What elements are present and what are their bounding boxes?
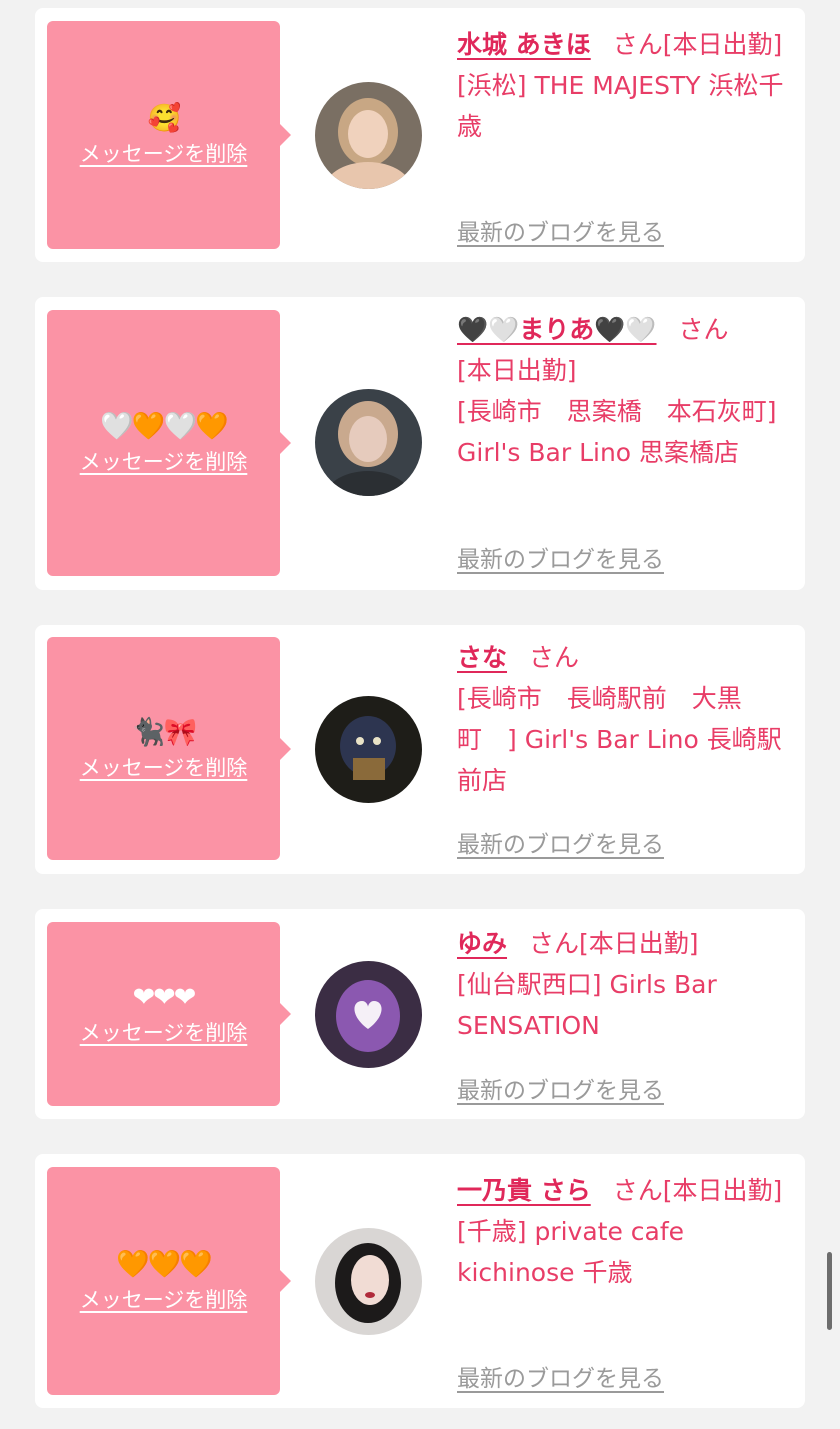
delete-message-link[interactable]: メッセージを削除 [80, 138, 248, 168]
message-bubble: 🧡🧡🧡 メッセージを削除 [47, 1167, 291, 1395]
delete-message-link[interactable]: メッセージを削除 [80, 1284, 248, 1314]
attendance-status: [本日出勤] [457, 356, 577, 385]
message-bubble: 🐈‍⬛🎀 メッセージを削除 [47, 637, 291, 860]
cast-info: 一乃貴 さら さん[本日出勤] [千歳] private cafe kichino… [457, 1170, 799, 1293]
latest-blog-link[interactable]: 最新のブログを見る [457, 825, 664, 859]
delete-message-link[interactable]: メッセージを削除 [80, 446, 248, 476]
honorific: さん [612, 1176, 663, 1205]
message-bubble: ❤❤❤ メッセージを削除 [47, 922, 291, 1106]
honorific: さん [612, 30, 663, 59]
shop-name: [浜松] THE MAJESTY 浜松千歳 [457, 71, 784, 141]
message-emoji: 🥰 [147, 103, 182, 134]
message-emoji: 🧡🧡🧡 [116, 1249, 213, 1280]
favorite-card: ❤❤❤ メッセージを削除 ゆみ さん[本日出勤] [仙台駅西口] Girls Ba… [35, 909, 805, 1119]
honorific: さん [529, 643, 580, 672]
message-emoji: 🐈‍⬛🎀 [131, 716, 197, 748]
cast-name-link[interactable]: 一乃貴 さら [457, 1176, 591, 1205]
delete-message-link[interactable]: メッセージを削除 [80, 1017, 248, 1047]
cast-name-link[interactable]: さな [457, 643, 507, 672]
latest-blog-link[interactable]: 最新のブログを見る [457, 1359, 664, 1393]
cast-info: 🖤🤍まりあ🖤🤍 さん [本日出勤] [長崎市 思案橋 本石灰町] Girl's B… [457, 309, 799, 473]
message-bubble: 🤍🧡🤍🧡 メッセージを削除 [47, 310, 291, 576]
avatar[interactable] [315, 696, 422, 803]
honorific: さん [529, 929, 580, 958]
cast-info: 水城 あきほ さん[本日出勤] [浜松] THE MAJESTY 浜松千歳 [457, 24, 799, 147]
message-emoji: 🤍🧡🤍🧡 [100, 411, 228, 442]
avatar[interactable] [315, 961, 422, 1068]
cast-name-link[interactable]: 水城 あきほ [457, 30, 591, 59]
shop-name: [長崎市 思案橋 本石灰町] Girl's Bar Lino 思案橋店 [457, 397, 777, 467]
attendance-status: [本日出勤] [662, 30, 783, 59]
latest-blog-link[interactable]: 最新のブログを見る [457, 1071, 664, 1105]
avatar[interactable] [315, 82, 422, 189]
attendance-status: [本日出勤] [662, 1176, 783, 1205]
shop-name: [長崎市 長崎駅前 大黒町 ] Girl's Bar Lino 長崎駅前店 [457, 684, 782, 795]
favorite-card: 🥰 メッセージを削除 水城 あきほ さん[本日出勤] [浜松] THE MAJES… [35, 8, 805, 262]
message-bubble: 🥰 メッセージを削除 [47, 21, 291, 249]
cast-info: さな さん [長崎市 長崎駅前 大黒町 ] Girl's Bar Lino 長崎駅… [457, 637, 799, 801]
avatar[interactable] [315, 1228, 422, 1335]
favorite-card: 🤍🧡🤍🧡 メッセージを削除 🖤🤍まりあ🖤🤍 さん [本日出勤] [長崎市 思案橋 … [35, 297, 805, 590]
cast-name-link[interactable]: ゆみ [457, 929, 507, 958]
latest-blog-link[interactable]: 最新のブログを見る [457, 540, 664, 574]
favorite-card: 🧡🧡🧡 メッセージを削除 一乃貴 さら さん[本日出勤] [千歳] private… [35, 1154, 805, 1408]
latest-blog-link[interactable]: 最新のブログを見る [457, 213, 664, 247]
scrollbar[interactable] [827, 1252, 832, 1330]
avatar[interactable] [315, 389, 422, 496]
shop-name: [千歳] private cafe kichinose 千歳 [457, 1217, 685, 1287]
honorific: さん [678, 315, 729, 344]
delete-message-link[interactable]: メッセージを削除 [80, 752, 248, 782]
cast-name-link[interactable]: 🖤🤍まりあ🖤🤍 [457, 315, 657, 344]
favorite-card: 🐈‍⬛🎀 メッセージを削除 さな さん [長崎市 長崎駅前 大黒町 ] Girl'… [35, 625, 805, 874]
attendance-status: [本日出勤] [579, 929, 699, 958]
message-emoji: ❤❤❤ [132, 982, 197, 1013]
cast-info: ゆみ さん[本日出勤] [仙台駅西口] Girls Bar SENSATION [457, 923, 799, 1046]
shop-name: [仙台駅西口] Girls Bar SENSATION [457, 970, 717, 1040]
